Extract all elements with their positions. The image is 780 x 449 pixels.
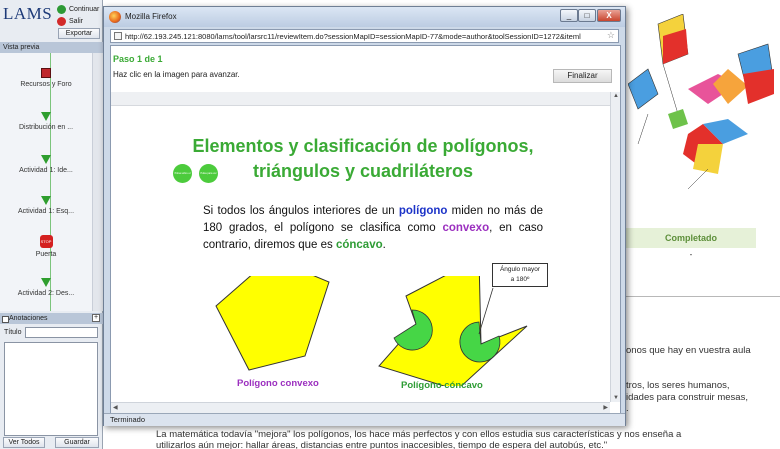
activity-label: Actividad 2: Des... xyxy=(17,290,75,297)
callout-pointer xyxy=(478,287,494,335)
status-bar: Terminado xyxy=(104,413,625,426)
title-input[interactable] xyxy=(25,327,98,338)
activity-node[interactable]: Distribución en ... xyxy=(0,112,92,131)
activity-node[interactable]: Actividad 1: Esq... xyxy=(0,196,92,215)
background-line: tros, los seres humanos, xyxy=(626,380,730,391)
keyword-convex: convexo xyxy=(442,222,490,234)
maximize-button[interactable]: □ xyxy=(578,9,596,22)
sequence-connector xyxy=(50,53,51,311)
vertical-scrollbar[interactable]: ▲ ▼ xyxy=(610,92,620,402)
content-separator xyxy=(111,92,610,106)
background-line: onos que hay en vuestra aula xyxy=(626,345,751,356)
exit-label: Salir xyxy=(69,18,84,25)
scroll-left-icon[interactable]: ◀ xyxy=(113,404,118,411)
close-button[interactable]: X xyxy=(597,9,621,22)
preview-scrollbar[interactable] xyxy=(92,53,103,311)
continue-label: Continuar xyxy=(69,6,100,13)
keyword-concave: cóncavo xyxy=(335,239,383,251)
horizontal-scrollbar[interactable]: ◀ ▶ xyxy=(111,402,610,413)
instruction-text: Haz clic en la imagen para avanzar. xyxy=(113,70,240,79)
reflex-angle-marker xyxy=(459,321,501,363)
completed-column-header: Completado xyxy=(626,228,756,248)
background-line: idades para construir mesas, xyxy=(626,392,748,403)
page-icon xyxy=(114,32,122,40)
slide-title-line: Elementos y clasificación de polígonos, xyxy=(192,136,534,156)
callout-line: a 180º xyxy=(510,276,530,283)
activity-node[interactable]: STOP Puerta xyxy=(0,235,92,258)
definition-paragraph: Si todos los ángulos interiores de un po… xyxy=(203,203,543,254)
title-label: Título xyxy=(4,329,22,336)
kites-illustration xyxy=(628,14,774,189)
activity-node[interactable]: Actividad 2: Des... xyxy=(0,278,92,297)
stop-square-icon xyxy=(41,68,51,78)
activity-label: Actividad 1: Esq... xyxy=(17,208,75,215)
firefox-icon xyxy=(109,11,121,23)
completed-cell: - xyxy=(689,250,693,259)
scroll-right-icon[interactable]: ▶ xyxy=(603,404,608,411)
address-bar[interactable]: http://62.193.245.121:8080/lams/tool/lar… xyxy=(110,29,619,43)
scroll-down-icon[interactable]: ▼ xyxy=(613,395,619,401)
activity-label: Recursos y Foro xyxy=(20,81,72,88)
stop-sign-icon: STOP xyxy=(39,235,53,248)
url-text[interactable]: http://62.193.245.121:8080/lams/tool/lar… xyxy=(125,32,603,41)
step-indicator: Paso 1 de 1 xyxy=(113,54,163,64)
para-text: Si todos los ángulos interiores de un xyxy=(203,205,399,217)
round-badge[interactable]: Pulsa para ver xyxy=(199,164,218,183)
down-arrow-icon xyxy=(41,278,51,287)
sequence-preview xyxy=(0,53,92,311)
window-titlebar[interactable]: Mozilla Firefox _ □ X xyxy=(104,7,625,27)
scroll-up-icon[interactable]: ▲ xyxy=(613,93,619,99)
firefox-popup-window[interactable]: Mozilla Firefox _ □ X http://62.193.245.… xyxy=(103,6,626,426)
exit-button[interactable]: Salir xyxy=(57,16,83,27)
concave-label: Polígono cóncavo xyxy=(401,380,483,391)
starburst-badge[interactable]: Pulsa sobre el título xyxy=(173,164,192,194)
play-icon xyxy=(57,5,66,14)
bookmark-star-icon[interactable]: ☆ xyxy=(607,30,615,41)
activity-label: Actividad 1: Ide... xyxy=(19,167,73,174)
polygons-figure[interactable] xyxy=(211,276,541,386)
keyword-polygon: polígono xyxy=(398,205,448,217)
finish-button[interactable]: Finalizar xyxy=(553,69,612,83)
annotations-textarea[interactable] xyxy=(4,342,98,436)
lams-sidebar: LAMS Continuar Salir Exportar Vista prev… xyxy=(0,0,103,449)
view-all-button[interactable]: Ver Todos xyxy=(3,437,45,448)
exit-icon xyxy=(57,17,66,26)
background-bottom-line: utilizarlos aún mejor: hallar áreas, dis… xyxy=(156,440,608,449)
activity-node[interactable]: Recursos y Foro xyxy=(0,68,92,88)
down-arrow-icon xyxy=(41,112,51,121)
angle-callout: Ángulo mayor a 180º xyxy=(492,263,548,287)
annotations-title: Anotaciones xyxy=(9,315,48,322)
export-button[interactable]: Exportar xyxy=(58,28,100,39)
window-title: Mozilla Firefox xyxy=(125,12,177,21)
preview-header: Vista previa xyxy=(0,42,103,53)
convex-polygon xyxy=(215,276,330,371)
down-arrow-icon xyxy=(41,196,51,205)
down-arrow-icon xyxy=(41,155,51,164)
activity-label: Puerta xyxy=(35,251,57,258)
activity-label: Distribución en ... xyxy=(18,124,74,131)
background-line: . xyxy=(626,403,629,414)
page-viewport: Paso 1 de 1 Haz clic en la imagen para a… xyxy=(110,45,621,414)
annotations-header[interactable]: Anotaciones + xyxy=(0,313,103,324)
para-text: . xyxy=(382,239,386,251)
background-bottom-paragraph: La matemática todavía "mejora" los políg… xyxy=(156,429,776,449)
minimize-button[interactable]: _ xyxy=(560,9,578,22)
callout-line: Ángulo mayor xyxy=(499,266,541,273)
lams-logo: LAMS xyxy=(3,4,53,23)
concave-polygon xyxy=(378,276,528,386)
background-bottom-line: La matemática todavía "mejora" los políg… xyxy=(156,429,682,440)
continue-button[interactable]: Continuar xyxy=(57,4,99,15)
background-text-panel xyxy=(626,296,780,449)
convex-label: Polígono convexo xyxy=(237,378,319,389)
activity-node[interactable]: Actividad 1: Ide... xyxy=(0,155,92,174)
save-button[interactable]: Guardar xyxy=(55,437,99,448)
expand-icon[interactable]: + xyxy=(92,314,100,322)
